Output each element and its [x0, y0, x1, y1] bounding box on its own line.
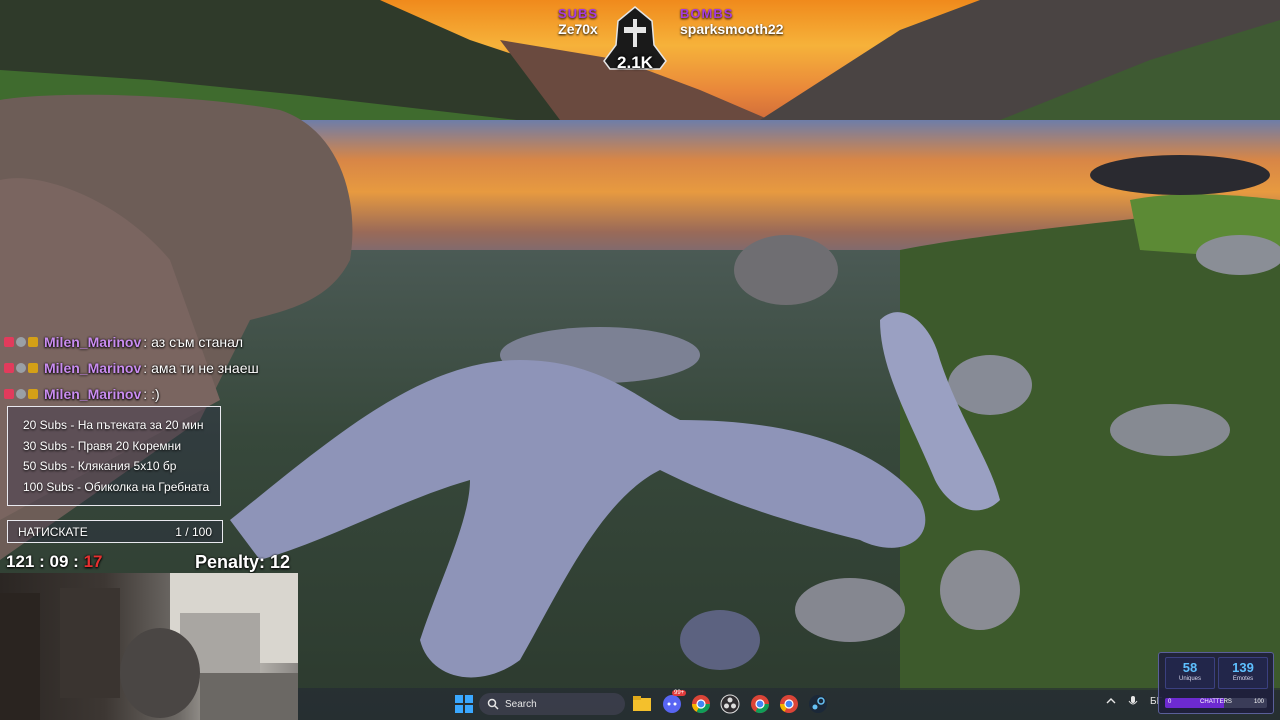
taskbar-search[interactable]: Search	[479, 693, 625, 715]
chrome-alt-icon[interactable]	[779, 694, 799, 714]
timer-separator: :	[39, 552, 45, 571]
chat-separator: :	[143, 334, 148, 350]
chatters-max: 100	[1253, 699, 1264, 705]
webcam-feed	[0, 573, 298, 720]
chat-separator: :	[143, 386, 148, 402]
chatters-label: CHATTERS	[1200, 699, 1232, 705]
penalty-counter: Penalty: 12	[195, 552, 291, 572]
progress-label: НАТИСКАТЕ	[18, 524, 88, 539]
emotes-label: Emotes	[1232, 676, 1254, 682]
sub-badge-icon	[4, 389, 14, 399]
search-placeholder: Search	[505, 698, 537, 710]
chrome-beta-icon[interactable]	[750, 694, 770, 714]
steam-icon[interactable]	[808, 694, 828, 714]
chat-message: Milen_Marinov : ама ти не знаеш	[4, 355, 259, 381]
webcam-room	[0, 573, 298, 720]
chat-text: ама ти не знаеш	[151, 360, 259, 376]
crown-badge-icon	[28, 337, 38, 347]
chat-stats-widget: 58 Uniques 139 Emotes 0 CHATTERS 100	[1158, 652, 1274, 714]
file-explorer-icon[interactable]	[632, 694, 652, 714]
warrior-emblem: 2.1K	[602, 5, 668, 73]
goal-item: 30 Subs - Правя 20 Коремни	[23, 438, 182, 453]
chat-text: аз съм станал	[151, 334, 244, 350]
obs-icon[interactable]	[720, 694, 740, 714]
chat-username: Milen_Marinov	[44, 334, 142, 350]
chat-overlay: Milen_Marinov : аз съм станал Milen_Mari…	[4, 329, 259, 407]
verified-badge-icon	[16, 337, 26, 347]
verified-badge-icon	[16, 389, 26, 399]
microphone-icon[interactable]	[1128, 696, 1138, 711]
verified-badge-icon	[16, 363, 26, 373]
crown-badge-icon	[28, 389, 38, 399]
goal-item: 50 Subs - Клякания 5x10 бр	[23, 459, 177, 474]
bombs-label: BOMBS	[680, 6, 734, 21]
uniques-label: Uniques	[1178, 676, 1201, 682]
sub-badge-icon	[4, 337, 14, 347]
chat-separator: :	[143, 360, 148, 376]
timer-minutes: 09	[49, 552, 69, 571]
subs-username: Ze70x	[558, 21, 598, 37]
stream-timer: 121 : 09 : 17	[6, 552, 103, 572]
emotes-box: 139 Emotes	[1218, 657, 1268, 689]
chat-username: Milen_Marinov	[44, 386, 142, 402]
discord-badge: 99+	[672, 690, 687, 696]
progress-count: 1 / 100	[175, 524, 212, 539]
subs-label: SUBS	[557, 6, 599, 21]
chat-message: Milen_Marinov : аз съм станал	[4, 329, 259, 355]
windows-taskbar: Search 99+ БГ	[298, 688, 1280, 720]
uniques-value: 58	[1182, 660, 1198, 675]
sub-badge-icon	[4, 363, 14, 373]
chat-username: Milen_Marinov	[44, 360, 142, 376]
chat-message: Milen_Marinov : :)	[4, 381, 259, 407]
tray-chevron-icon[interactable]	[1106, 696, 1116, 709]
windows-start-icon[interactable]	[454, 694, 474, 714]
chatters-bar: 0 CHATTERS 100	[1165, 698, 1267, 708]
sub-goals-panel: 20 Subs - На пътеката за 20 мин 30 Subs …	[7, 406, 221, 506]
latest-sub-alert: SUBS Ze70x	[548, 6, 608, 37]
timer-seconds: 17	[83, 552, 103, 571]
discord-icon[interactable]: 99+	[662, 690, 687, 714]
progress-counter: НАТИСКАТЕ 1 / 100	[7, 520, 223, 543]
search-icon	[487, 698, 499, 710]
crown-badge-icon	[28, 363, 38, 373]
timer-hours: 121	[6, 552, 35, 571]
badge-count: 2.1K	[617, 53, 653, 72]
emotes-value: 139	[1232, 660, 1254, 675]
uniques-box: 58 Uniques	[1165, 657, 1215, 689]
goal-item: 100 Subs - Обиколка на Гребната	[23, 479, 210, 494]
chrome-icon[interactable]	[691, 694, 711, 714]
bombs-username: sparksmooth22	[680, 21, 784, 37]
goal-item: 20 Subs - На пътеката за 20 мин	[23, 418, 204, 432]
timer-separator: :	[73, 552, 79, 571]
chat-text: :)	[151, 386, 160, 402]
latest-bomb-alert: BOMBS sparksmooth22	[680, 6, 783, 37]
